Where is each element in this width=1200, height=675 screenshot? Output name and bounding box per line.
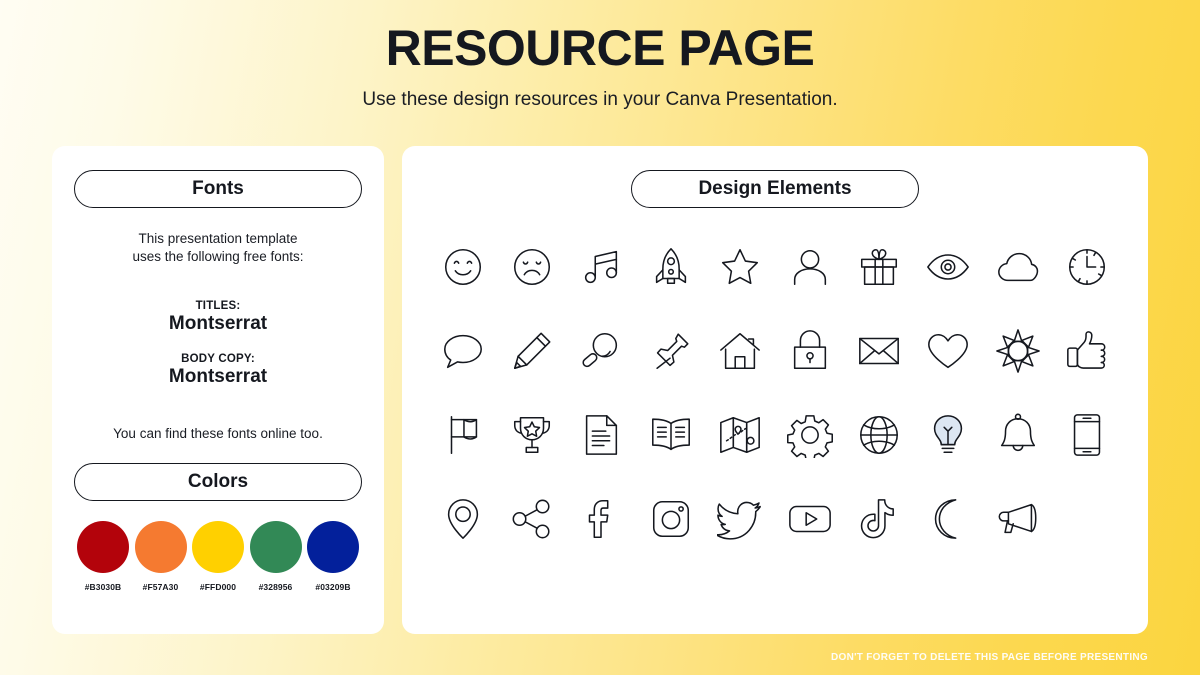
font-spec-body-role: BODY COPY: <box>181 352 255 365</box>
font-spec-body-name: Montserrat <box>168 365 268 387</box>
rocket-icon[interactable] <box>636 234 705 300</box>
fonts-intro-line-2: uses the following free fonts: <box>132 248 304 264</box>
lock-icon[interactable] <box>775 318 844 384</box>
house-icon[interactable] <box>706 318 775 384</box>
color-swatch-hex-label: #03209B <box>315 581 351 592</box>
colors-section: Colors #B3030B #F57A30 #FFD000 #328956 #0320… <box>74 462 362 592</box>
design-elements-heading-label: Design Elements <box>698 178 852 199</box>
color-swatch[interactable]: #03209B <box>306 520 360 592</box>
pencil-icon[interactable] <box>497 318 566 384</box>
document-icon[interactable] <box>567 402 636 468</box>
cloud-icon[interactable] <box>983 234 1052 300</box>
color-swatch-hex-label: #328956 <box>258 581 293 592</box>
footer-warning-note: DON'T FORGET TO DELETE THIS PAGE BEFORE … <box>830 652 1148 663</box>
smiley-face-icon[interactable] <box>428 234 497 300</box>
heart-icon[interactable] <box>914 318 983 384</box>
megaphone-icon[interactable] <box>983 486 1052 552</box>
colors-heading-label: Colors <box>187 470 249 492</box>
music-note-icon[interactable] <box>567 234 636 300</box>
flag-icon[interactable] <box>428 402 497 468</box>
eye-icon[interactable] <box>914 234 983 300</box>
twitter-icon[interactable] <box>706 486 775 552</box>
youtube-icon[interactable] <box>775 486 844 552</box>
clock-icon[interactable] <box>1053 234 1122 300</box>
color-swatch-row: #B3030B #F57A30 #FFD000 #328956 #03209B <box>74 520 362 592</box>
fonts-heading-label: Fonts <box>192 178 244 199</box>
trophy-icon[interactable] <box>497 402 566 468</box>
color-swatch-hex-label: #F57A30 <box>142 581 179 592</box>
star-icon[interactable] <box>706 234 775 300</box>
color-swatch[interactable]: #B3030B <box>76 520 130 592</box>
color-swatch-dot <box>249 520 302 573</box>
thumbs-up-icon[interactable] <box>1053 318 1122 384</box>
design-elements-heading-pill: Design Elements <box>631 170 919 208</box>
pushpin-icon[interactable] <box>636 318 705 384</box>
facebook-icon[interactable] <box>567 486 636 552</box>
icon-grid <box>428 234 1122 552</box>
fonts-and-colors-card: Fonts This presentation template uses th… <box>52 146 384 634</box>
gift-icon[interactable] <box>844 234 913 300</box>
share-icon[interactable] <box>497 486 566 552</box>
speech-bubble-icon[interactable] <box>428 318 497 384</box>
magnifier-icon[interactable] <box>567 318 636 384</box>
font-spec-body: BODY COPY: Montserrat <box>74 353 362 388</box>
font-spec-titles-name: Montserrat <box>168 312 268 334</box>
page-title: RESOURCE PAGE <box>385 20 815 76</box>
design-elements-card: Design Elements <box>402 146 1148 634</box>
color-swatch-dot <box>307 520 359 573</box>
colors-heading-pill: Colors <box>74 462 362 501</box>
panels-container: Fonts This presentation template uses th… <box>52 146 1148 634</box>
location-pin-icon[interactable] <box>428 486 497 552</box>
color-swatch-hex-label: #B3030B <box>84 581 122 592</box>
fonts-intro: This presentation template uses the foll… <box>74 230 362 266</box>
fonts-heading-pill: Fonts <box>74 170 362 208</box>
tiktok-icon[interactable] <box>844 486 913 552</box>
color-swatch-dot <box>192 520 244 573</box>
instagram-icon[interactable] <box>636 486 705 552</box>
font-spec-titles: TITLES: Montserrat <box>74 300 362 335</box>
phone-icon[interactable] <box>1053 402 1122 468</box>
moon-icon[interactable] <box>914 486 983 552</box>
color-swatch-dot <box>77 520 129 573</box>
sad-face-icon[interactable] <box>497 234 566 300</box>
color-swatch[interactable]: #FFD000 <box>191 520 245 592</box>
font-spec-titles-role: TITLES: <box>195 299 241 312</box>
envelope-icon[interactable] <box>844 318 913 384</box>
bell-icon[interactable] <box>983 402 1052 468</box>
color-swatch[interactable]: #328956 <box>249 520 303 592</box>
page-subtitle: Use these design resources in your Canva… <box>362 88 838 110</box>
book-icon[interactable] <box>636 402 705 468</box>
sun-icon[interactable] <box>983 318 1052 384</box>
lightbulb-icon[interactable] <box>914 402 983 468</box>
color-swatch-hex-label: #FFD000 <box>199 581 237 592</box>
page-header: RESOURCE PAGE Use these design resources… <box>0 0 1200 111</box>
globe-icon[interactable] <box>844 402 913 468</box>
person-icon[interactable] <box>775 234 844 300</box>
color-swatch-dot <box>134 520 187 573</box>
fonts-intro-line-1: This presentation template <box>138 231 298 246</box>
map-icon[interactable] <box>706 402 775 468</box>
gear-icon[interactable] <box>775 402 844 468</box>
color-swatch[interactable]: #F57A30 <box>134 520 188 592</box>
fonts-outro: You can find these fonts online too. <box>113 425 323 441</box>
